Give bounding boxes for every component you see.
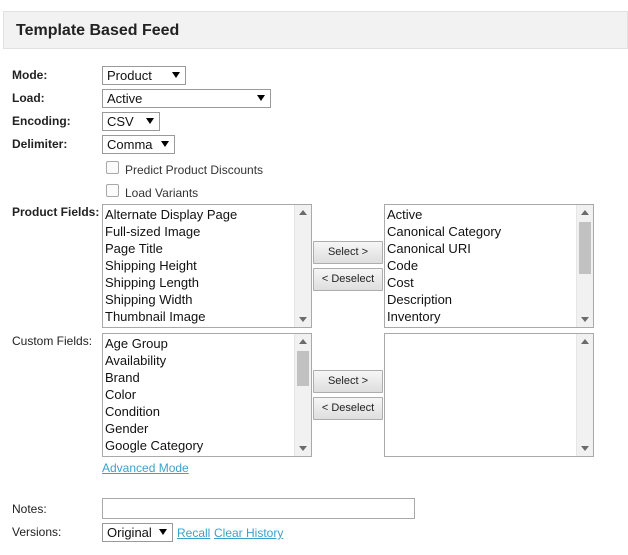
- list-item[interactable]: Shipping Length: [105, 274, 293, 291]
- scrollbar-thumb[interactable]: [297, 351, 309, 386]
- mode-select[interactable]: Product: [102, 66, 186, 85]
- list-item[interactable]: Inventory: [387, 308, 575, 325]
- custom-deselect-button[interactable]: < Deselect: [313, 397, 383, 420]
- scrollbar[interactable]: [294, 334, 311, 456]
- list-item[interactable]: Page Title: [105, 240, 293, 257]
- scroll-up-icon[interactable]: [299, 210, 307, 215]
- delimiter-label: Delimiter:: [12, 137, 68, 151]
- chevron-down-icon: [257, 95, 265, 101]
- recall-link[interactable]: Recall: [177, 526, 210, 540]
- load-select[interactable]: Active: [102, 89, 271, 108]
- notes-label: Notes:: [12, 502, 47, 516]
- page-title: Template Based Feed: [16, 22, 180, 39]
- list-item[interactable]: Age Group: [105, 335, 293, 352]
- scrollbar[interactable]: [294, 205, 311, 327]
- load-variants-label: Load Variants: [125, 186, 199, 200]
- scroll-up-icon[interactable]: [581, 210, 589, 215]
- list-item[interactable]: Gender: [105, 420, 293, 437]
- list-item[interactable]: Canonical Category: [387, 223, 575, 240]
- advanced-mode-link[interactable]: Advanced Mode: [102, 461, 189, 475]
- encoding-select[interactable]: CSV: [102, 112, 160, 131]
- scroll-down-icon[interactable]: [299, 446, 307, 451]
- list-item[interactable]: Code: [387, 257, 575, 274]
- encoding-value: CSV: [107, 114, 134, 129]
- product-select-button[interactable]: Select >: [313, 241, 383, 264]
- delimiter-select[interactable]: Comma: [102, 135, 175, 154]
- page-header: Template Based Feed: [3, 11, 628, 49]
- scroll-down-icon[interactable]: [299, 317, 307, 322]
- custom-fields-available-list[interactable]: Age Group Availability Brand Color Condi…: [102, 333, 312, 457]
- chevron-down-icon: [159, 529, 167, 535]
- custom-select-button[interactable]: Select >: [313, 370, 383, 393]
- mode-value: Product: [107, 68, 152, 83]
- list-item[interactable]: Availability: [105, 352, 293, 369]
- checkbox-box[interactable]: [106, 184, 119, 197]
- list-item[interactable]: Alternate Display Page: [105, 206, 293, 223]
- product-fields-selected-list[interactable]: Active Canonical Category Canonical URI …: [384, 204, 594, 328]
- product-fields-label: Product Fields:: [12, 205, 100, 219]
- list-item[interactable]: Canonical URI: [387, 240, 575, 257]
- list-item[interactable]: N: [387, 325, 575, 327]
- list-item[interactable]: Condition: [105, 403, 293, 420]
- chevron-down-icon: [161, 141, 169, 147]
- scroll-down-icon[interactable]: [581, 317, 589, 322]
- scroll-up-icon[interactable]: [299, 339, 307, 344]
- scrollbar[interactable]: [576, 334, 593, 456]
- delimiter-value: Comma: [107, 137, 153, 152]
- list-item[interactable]: Cost: [387, 274, 575, 291]
- list-item[interactable]: Thumbnail Image: [105, 308, 293, 325]
- product-fields-available-list[interactable]: Alternate Display Page Full-sized Image …: [102, 204, 312, 328]
- list-item[interactable]: Google Category: [105, 437, 293, 454]
- mode-label: Mode:: [12, 68, 48, 82]
- scrollbar[interactable]: [576, 205, 593, 327]
- custom-fields-label: Custom Fields:: [12, 334, 93, 348]
- list-item[interactable]: Shipping Width: [105, 291, 293, 308]
- load-label: Load:: [12, 91, 45, 105]
- encoding-label: Encoding:: [12, 114, 71, 128]
- list-item[interactable]: ID: [105, 454, 293, 456]
- load-value: Active: [107, 91, 143, 106]
- versions-label: Versions:: [12, 525, 62, 539]
- chevron-down-icon: [146, 118, 154, 124]
- list-item[interactable]: Description: [387, 291, 575, 308]
- chevron-down-icon: [172, 72, 180, 78]
- list-item[interactable]: Shipping Height: [105, 257, 293, 274]
- predict-discounts-label: Predict Product Discounts: [125, 163, 264, 177]
- checkbox-box[interactable]: [106, 161, 119, 174]
- list-item[interactable]: Full-sized Image: [105, 223, 293, 240]
- versions-value: Original: [107, 525, 152, 540]
- list-item[interactable]: Active: [387, 206, 575, 223]
- scrollbar-thumb[interactable]: [579, 222, 591, 274]
- scroll-up-icon[interactable]: [581, 339, 589, 344]
- versions-select[interactable]: Original: [102, 523, 173, 542]
- scroll-down-icon[interactable]: [581, 446, 589, 451]
- product-deselect-button[interactable]: < Deselect: [313, 268, 383, 291]
- custom-fields-selected-list[interactable]: [384, 333, 594, 457]
- notes-input[interactable]: [102, 498, 415, 519]
- list-item[interactable]: Brand: [105, 369, 293, 386]
- clear-history-link[interactable]: Clear History: [214, 526, 283, 540]
- list-item[interactable]: Color: [105, 386, 293, 403]
